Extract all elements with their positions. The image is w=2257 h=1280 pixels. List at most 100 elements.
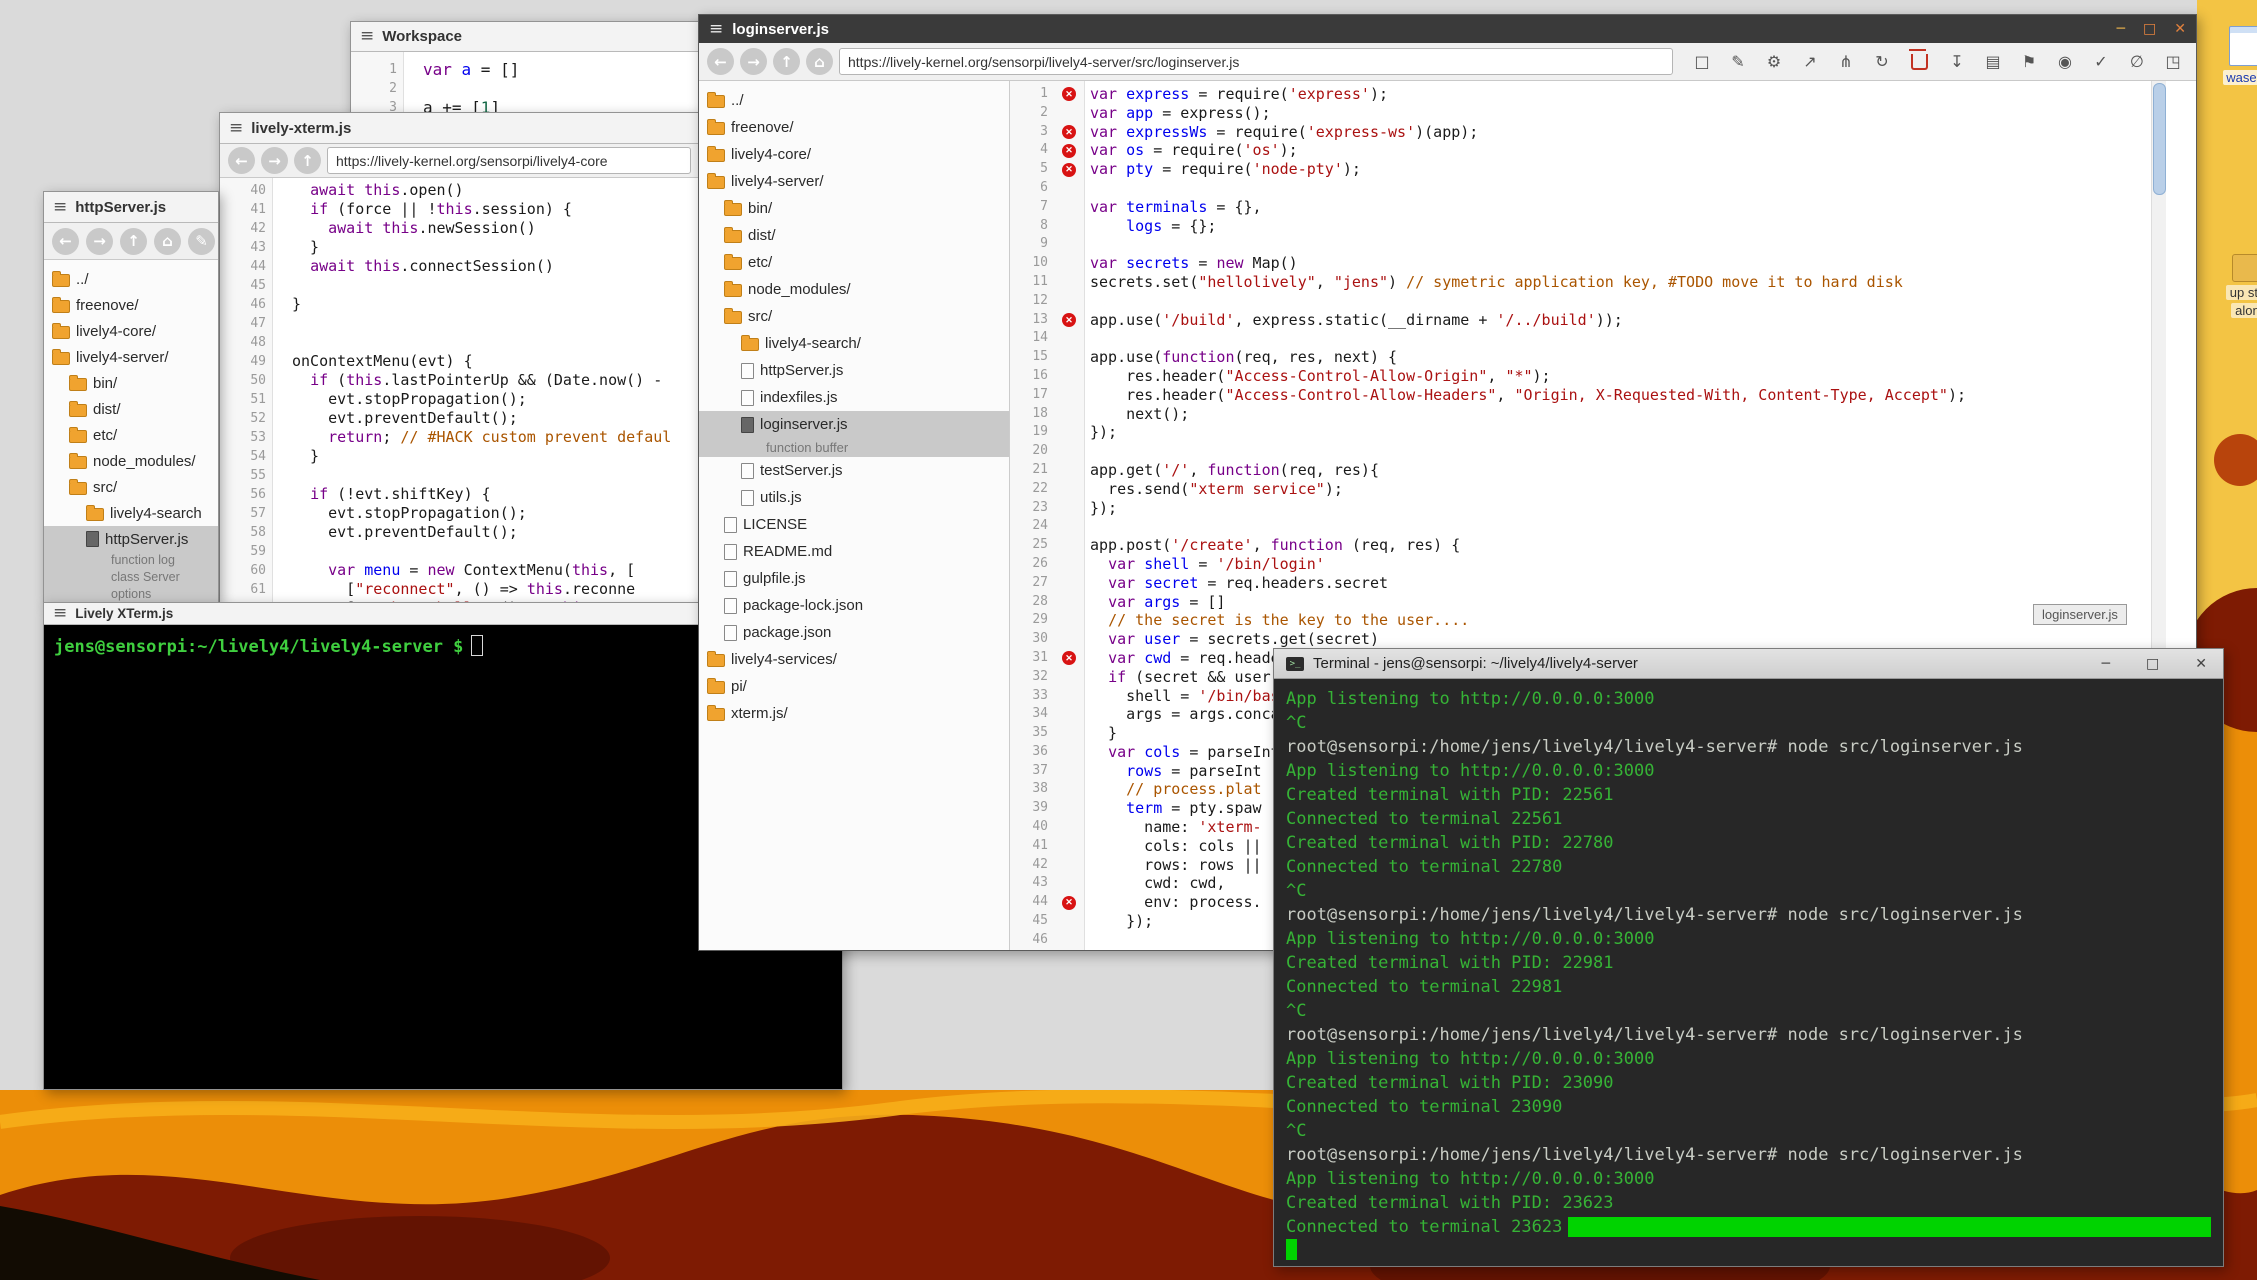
tree-item-lively4-server[interactable]: lively4-server/	[44, 344, 218, 370]
forward-button[interactable]: →	[86, 228, 113, 255]
url-field[interactable]: https://lively-kernel.org/sensorpi/livel…	[327, 147, 691, 174]
code-line[interactable]: 48	[220, 333, 699, 352]
code-line[interactable]: 47	[220, 314, 699, 333]
desktop-icon-file[interactable]: wased	[2210, 26, 2257, 87]
tree-item-package-lock-json[interactable]: package-lock.json	[699, 592, 1009, 619]
code-line[interactable]: 52 evt.preventDefault();	[220, 409, 699, 428]
tree-item-xterm-js[interactable]: xterm.js/	[699, 700, 1009, 727]
code-line[interactable]: 1✕var express = require('express');	[1010, 85, 2196, 104]
code-line[interactable]: 6	[1010, 179, 2196, 198]
tree-item-httpserver-js[interactable]: httpServer.js	[44, 526, 218, 552]
code-line[interactable]: 14	[1010, 329, 2196, 348]
cancel-icon[interactable]: ∅	[2126, 52, 2148, 71]
code-line[interactable]: 58 evt.preventDefault();	[220, 523, 699, 542]
code-line[interactable]: 7var terminals = {},	[1010, 198, 2196, 217]
code-line[interactable]: 25app.post('/create', function (req, res…	[1010, 536, 2196, 555]
forward-button[interactable]: →	[740, 48, 767, 75]
tree-item-src[interactable]: src/	[44, 474, 218, 500]
code-line[interactable]: 28 var args = []	[1010, 593, 2196, 612]
save-icon[interactable]: ↧	[1946, 52, 1968, 71]
code-line[interactable]: 20	[1010, 442, 2196, 461]
code-line[interactable]: 4✕var os = require('os');	[1010, 141, 2196, 160]
httpserver-titlebar[interactable]: ≡ httpServer.js	[44, 192, 218, 223]
code-line[interactable]: 54 }	[220, 447, 699, 466]
editor-code-area[interactable]: 40 await this.open()41 if (force || !thi…	[220, 178, 699, 609]
desktop-icon-folder[interactable]: up stuff along	[2216, 254, 2257, 318]
tree-subitem-options[interactable]: options	[44, 586, 218, 603]
minimize-button[interactable]: ─	[2102, 656, 2110, 672]
code-line[interactable]: 45	[220, 276, 699, 295]
code-line[interactable]: 21app.get('/', function(req, res){	[1010, 461, 2196, 480]
up-button[interactable]: ↑	[120, 228, 147, 255]
code-line[interactable]: 40 await this.open()	[220, 181, 699, 200]
tree-item-dist[interactable]: dist/	[44, 396, 218, 422]
tree-item-bin[interactable]: bin/	[699, 195, 1009, 222]
tree-item-lively4-services[interactable]: lively4-services/	[699, 646, 1009, 673]
tree-item-freenove[interactable]: freenove/	[699, 114, 1009, 141]
code-line[interactable]: 53 return; // #HACK custom prevent defau…	[220, 428, 699, 447]
code-line[interactable]: 59	[220, 542, 699, 561]
tree-item-indexfiles-js[interactable]: indexfiles.js	[699, 384, 1009, 411]
menu-icon[interactable]: ≡	[229, 120, 243, 137]
code-line[interactable]: 16 res.header("Access-Control-Allow-Orig…	[1010, 367, 2196, 386]
tree-subitem-class-server[interactable]: class Server	[44, 569, 218, 586]
maximize-button[interactable]: □	[2146, 656, 2159, 672]
error-marker-icon[interactable]: ✕	[1062, 144, 1076, 158]
tree-item-utils-js[interactable]: utils.js	[699, 484, 1009, 511]
tree-item-etc[interactable]: etc/	[699, 249, 1009, 276]
tree-item-node-modules[interactable]: node_modules/	[699, 276, 1009, 303]
code-line[interactable]: 18 next();	[1010, 405, 2196, 424]
code-line[interactable]: 44 await this.connectSession()	[220, 257, 699, 276]
up-button[interactable]: ↑	[773, 48, 800, 75]
code-line[interactable]: 10var secrets = new Map()	[1010, 254, 2196, 273]
tree-item-src[interactable]: src/	[699, 303, 1009, 330]
error-marker-icon[interactable]: ✕	[1062, 651, 1076, 665]
code-line[interactable]: 49onContextMenu(evt) {	[220, 352, 699, 371]
tree-item-pi[interactable]: pi/	[699, 673, 1009, 700]
tree-subitem-function-buffer[interactable]: function buffer	[699, 438, 1009, 457]
error-marker-icon[interactable]: ✕	[1062, 87, 1076, 101]
eye-icon[interactable]: ◉	[2054, 52, 2076, 71]
fullscreen-icon[interactable]: ◳	[2162, 52, 2184, 71]
menu-icon[interactable]: ≡	[53, 199, 67, 216]
tree-item-package-json[interactable]: package.json	[699, 619, 1009, 646]
home-button[interactable]: ⌂	[806, 48, 833, 75]
tree-item-bin[interactable]: bin/	[44, 370, 218, 396]
code-line[interactable]: 22 res.send("xterm service");	[1010, 480, 2196, 499]
code-line[interactable]: 17 res.header("Access-Control-Allow-Head…	[1010, 386, 2196, 405]
dependency-graph-icon[interactable]: ⋔	[1835, 52, 1857, 71]
menu-icon[interactable]: ≡	[709, 21, 723, 38]
up-button[interactable]: ↑	[294, 147, 321, 174]
tree-item-up[interactable]: ../	[699, 87, 1009, 114]
code-line[interactable]: 46}	[220, 295, 699, 314]
tree-item-lively4-core[interactable]: lively4-core/	[44, 318, 218, 344]
terminal-titlebar[interactable]: >_ Terminal - jens@sensorpi: ~/lively4/l…	[1274, 649, 2223, 679]
checkbox-icon[interactable]: □	[1691, 52, 1713, 71]
code-line[interactable]: 60 var menu = new ContextMenu(this, [	[220, 561, 699, 580]
menu-icon[interactable]: ≡	[360, 28, 374, 45]
tree-item-license[interactable]: LICENSE	[699, 511, 1009, 538]
tree-item-readme-md[interactable]: README.md	[699, 538, 1009, 565]
accept-icon[interactable]: ✓	[2090, 52, 2112, 71]
code-line[interactable]: 30 var user = secrets.get(secret)	[1010, 630, 2196, 649]
tree-item-up[interactable]: ../	[44, 266, 218, 292]
code-line[interactable]: 51 evt.stopPropagation();	[220, 390, 699, 409]
tree-item-freenove[interactable]: freenove/	[44, 292, 218, 318]
code-line[interactable]: 42 await this.newSession()	[220, 219, 699, 238]
settings-icon[interactable]: ⚙	[1763, 52, 1785, 71]
code-line[interactable]: 43 }	[220, 238, 699, 257]
tree-item-etc[interactable]: etc/	[44, 422, 218, 448]
home-button[interactable]: ⌂	[154, 228, 181, 255]
code-line[interactable]: 26 var shell = '/bin/login'	[1010, 555, 2196, 574]
editor-titlebar[interactable]: ≡ lively-xterm.js	[220, 113, 699, 144]
tree-item-lively4-search[interactable]: lively4-search/	[699, 330, 1009, 357]
code-line[interactable]: 11secrets.set("hellolively", "jens") // …	[1010, 273, 2196, 292]
tree-item-testserver-js[interactable]: testServer.js	[699, 457, 1009, 484]
tree-item-dist[interactable]: dist/	[699, 222, 1009, 249]
tree-item-lively4-server[interactable]: lively4-server/	[699, 168, 1009, 195]
url-field[interactable]: https://lively-kernel.org/sensorpi/livel…	[839, 48, 1673, 75]
code-line[interactable]: 55	[220, 466, 699, 485]
tree-item-httpserver-js[interactable]: httpServer.js	[699, 357, 1009, 384]
back-button[interactable]: ←	[707, 48, 734, 75]
code-line[interactable]: 61 ["reconnect", () => this.reconne	[220, 580, 699, 599]
